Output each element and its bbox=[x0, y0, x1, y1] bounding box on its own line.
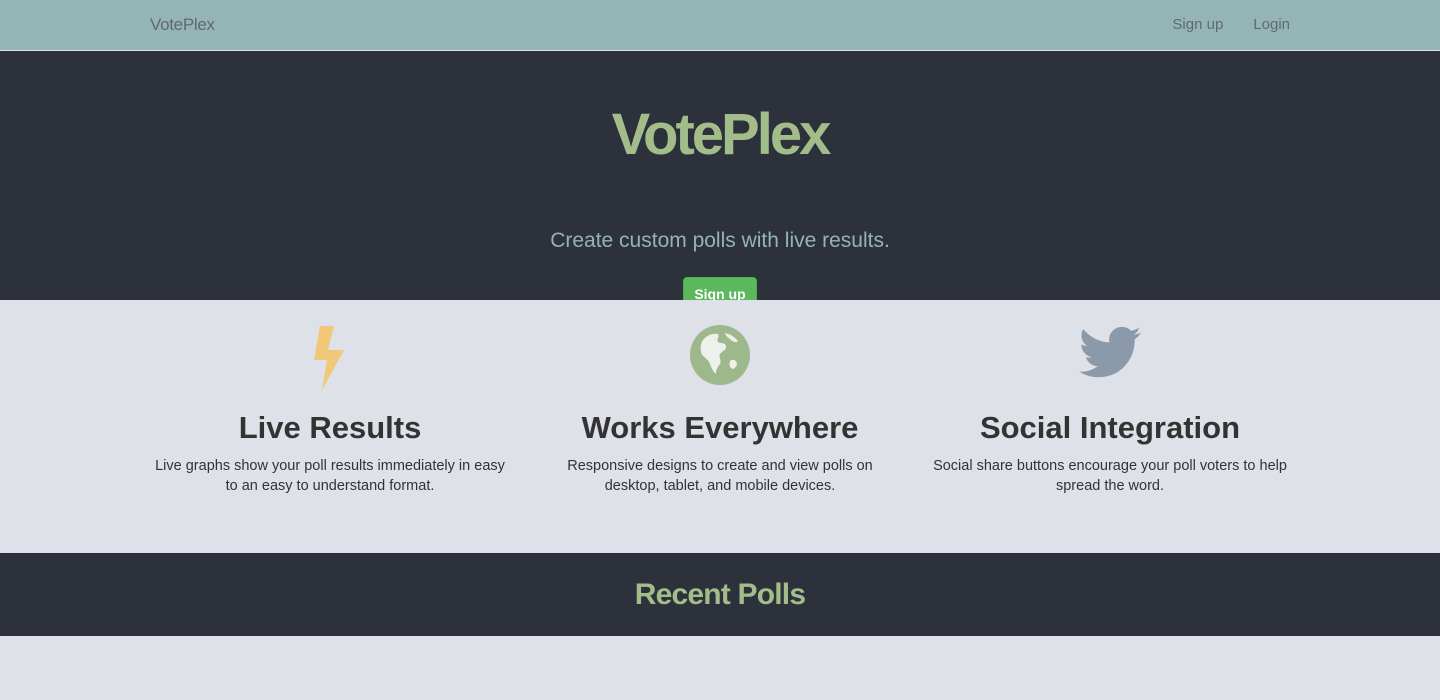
brand-link[interactable]: VotePlex bbox=[150, 15, 215, 35]
hero-section: VotePlex Create custom polls with live r… bbox=[0, 51, 1440, 311]
recent-polls-content bbox=[0, 636, 1440, 700]
feature-social-integration: Social Integration Social share buttons … bbox=[930, 300, 1290, 496]
recent-polls-section: Recent Polls bbox=[0, 553, 1440, 636]
hero-subtitle: Create custom polls with live results. bbox=[550, 229, 890, 252]
feature-description: Live graphs show your poll results immed… bbox=[155, 458, 505, 494]
twitter-icon bbox=[930, 300, 1290, 410]
feature-title: Social Integration bbox=[979, 410, 1241, 445]
nav-links: Sign up Login bbox=[1172, 16, 1290, 33]
feature-title: Works Everywhere bbox=[581, 410, 859, 445]
nav-login-link[interactable]: Login bbox=[1253, 16, 1290, 33]
features-section: Live Results Live graphs show your poll … bbox=[0, 300, 1440, 553]
globe-icon bbox=[540, 300, 900, 410]
feature-description: Social share buttons encourage your poll… bbox=[933, 458, 1287, 494]
recent-polls-heading: Recent Polls bbox=[634, 578, 806, 611]
feature-live-results: Live Results Live graphs show your poll … bbox=[150, 300, 510, 496]
hero-title: VotePlex bbox=[611, 102, 832, 167]
nav-signup-link[interactable]: Sign up bbox=[1172, 16, 1223, 33]
lightning-icon bbox=[150, 300, 510, 410]
feature-title: Live Results bbox=[238, 410, 422, 445]
feature-description: Responsive designs to create and view po… bbox=[567, 458, 873, 494]
feature-works-everywhere: Works Everywhere Responsive designs to c… bbox=[540, 300, 900, 496]
navbar: VotePlex Sign up Login bbox=[0, 0, 1440, 51]
